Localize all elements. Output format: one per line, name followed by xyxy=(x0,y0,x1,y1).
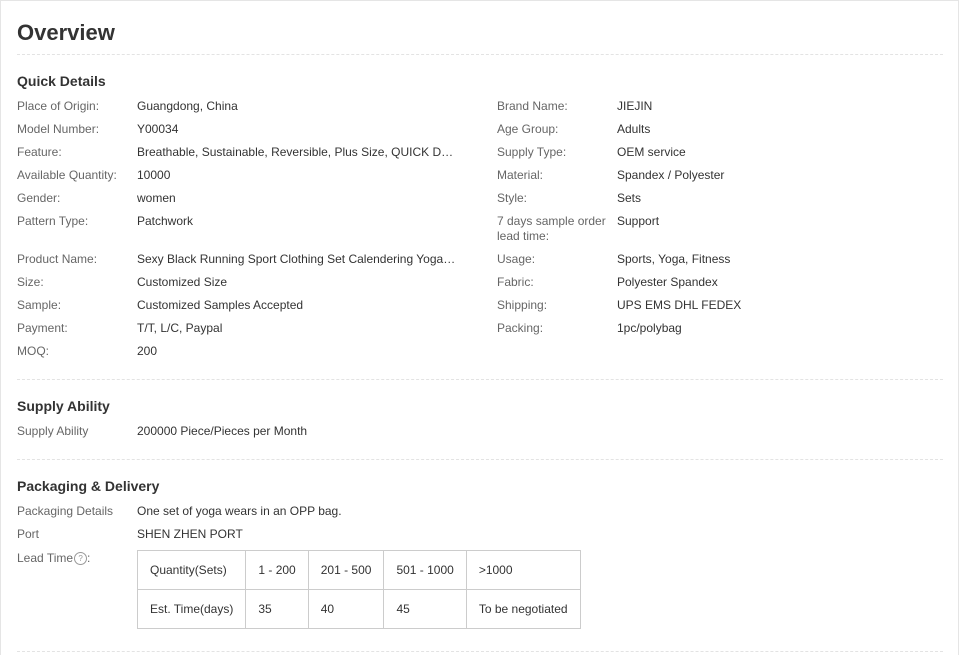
detail-label: Lead Time?: xyxy=(17,551,137,566)
detail-value: Support xyxy=(617,214,660,228)
detail-value: Sports, Yoga, Fitness xyxy=(617,252,731,266)
detail-value: OEM service xyxy=(617,145,686,159)
detail-row-sample-lead-time: 7 days sample order lead time: Support xyxy=(497,214,937,244)
detail-row-gender: Gender: women xyxy=(17,191,457,206)
divider xyxy=(17,459,943,460)
detail-label: Feature: xyxy=(17,145,62,159)
detail-label: Usage: xyxy=(497,252,536,266)
page-title: Overview xyxy=(17,20,115,45)
detail-label: Available Quantity: xyxy=(17,168,117,182)
detail-label: Packaging Details xyxy=(17,504,114,518)
detail-label: Brand Name: xyxy=(497,99,568,113)
detail-row-port: Port SHEN ZHEN PORT xyxy=(17,527,457,542)
lead-time-label: Lead Time xyxy=(17,551,74,565)
detail-value: Customized Size xyxy=(137,275,228,289)
detail-row-packing: Packing: 1pc/polybag xyxy=(497,321,937,336)
detail-row-material: Material: Spandex / Polyester xyxy=(497,168,937,183)
detail-row-model-number: Model Number: Y00034 xyxy=(17,122,457,137)
detail-label: Supply Ability xyxy=(17,424,89,438)
divider xyxy=(17,54,943,55)
detail-label: Place of Origin: xyxy=(17,99,100,113)
detail-value: Sexy Black Running Sport Clothing Set Ca… xyxy=(137,252,457,266)
detail-value: 200 xyxy=(137,344,158,358)
detail-value: One set of yoga wears in an OPP bag. xyxy=(137,504,342,518)
table-row: Est. Time(days) 35 40 45 To be negotiate… xyxy=(136,589,581,629)
detail-value: Breathable, Sustainable, Reversible, Plu… xyxy=(137,145,457,159)
table-cell: 45 xyxy=(383,589,467,629)
supply-ability-title: Supply Ability xyxy=(17,398,110,414)
detail-label: Supply Type: xyxy=(497,145,567,159)
divider xyxy=(17,379,943,380)
table-cell: Quantity(Sets) xyxy=(136,550,247,590)
detail-value: Adults xyxy=(617,122,651,136)
detail-row-fabric: Fabric: Polyester Spandex xyxy=(497,275,937,290)
help-circle-icon[interactable]: ? xyxy=(74,552,88,566)
detail-value: JIEJIN xyxy=(617,99,653,113)
detail-value: Sets xyxy=(617,191,642,205)
table-cell: >1000 xyxy=(465,550,581,590)
detail-row-size: Size: Customized Size xyxy=(17,275,457,290)
detail-row-brand-name: Brand Name: JIEJIN xyxy=(497,99,937,114)
detail-label: Shipping: xyxy=(497,298,548,312)
table-cell: 201 - 500 xyxy=(307,550,385,590)
quick-details-title: Quick Details xyxy=(17,73,106,89)
detail-label: Pattern Type: xyxy=(17,214,89,228)
detail-label: Port xyxy=(17,527,40,541)
detail-value: Customized Samples Accepted xyxy=(137,298,304,312)
detail-row-product-name: Product Name: Sexy Black Running Sport C… xyxy=(17,252,457,267)
detail-row-packaging-details: Packaging Details One set of yoga wears … xyxy=(17,504,457,519)
lead-time-suffix: : xyxy=(87,551,91,565)
divider xyxy=(17,651,943,652)
detail-row-age-group: Age Group: Adults xyxy=(497,122,937,137)
detail-row-place-of-origin: Place of Origin: Guangdong, China xyxy=(17,99,457,114)
detail-row-style: Style: Sets xyxy=(497,191,937,206)
detail-label: Payment: xyxy=(17,321,68,335)
detail-value: SHEN ZHEN PORT xyxy=(137,527,243,541)
detail-row-usage: Usage: Sports, Yoga, Fitness xyxy=(497,252,937,267)
table-cell: 1 - 200 xyxy=(245,550,309,590)
table-row: Quantity(Sets) 1 - 200 201 - 500 501 - 1… xyxy=(136,550,581,590)
detail-label: Gender: xyxy=(17,191,61,205)
detail-value: Polyester Spandex xyxy=(617,275,718,289)
detail-row-supply-type: Supply Type: OEM service xyxy=(497,145,937,160)
detail-value: 200000 Piece/Pieces per Month xyxy=(137,424,308,438)
table-cell: 35 xyxy=(245,589,309,629)
table-cell: To be negotiated xyxy=(465,589,581,629)
table-cell: 40 xyxy=(307,589,385,629)
detail-row-feature: Feature: Breathable, Sustainable, Revers… xyxy=(17,145,457,160)
detail-value: women xyxy=(137,191,176,205)
detail-label: Model Number: xyxy=(17,122,100,136)
detail-value: Spandex / Polyester xyxy=(617,168,725,182)
detail-label: Packing: xyxy=(497,321,544,335)
detail-value: Patchwork xyxy=(137,214,194,228)
detail-label: Age Group: xyxy=(497,122,559,136)
lead-time-table: Quantity(Sets) 1 - 200 201 - 500 501 - 1… xyxy=(136,550,581,629)
detail-row-moq: MOQ: 200 xyxy=(17,344,457,359)
packaging-delivery-title: Packaging & Delivery xyxy=(17,478,160,494)
detail-row-sample: Sample: Customized Samples Accepted xyxy=(17,298,457,313)
detail-label: 7 days sample order lead time: xyxy=(497,214,606,243)
detail-value: T/T, L/C, Paypal xyxy=(137,321,223,335)
detail-value: Guangdong, China xyxy=(137,99,238,113)
detail-label: Sample: xyxy=(17,298,62,312)
detail-label: Material: xyxy=(497,168,544,182)
detail-row-shipping: Shipping: UPS EMS DHL FEDEX xyxy=(497,298,937,313)
detail-value: 1pc/polybag xyxy=(617,321,682,335)
detail-row-pattern-type: Pattern Type: Patchwork xyxy=(17,214,457,229)
detail-label: Size: xyxy=(17,275,44,289)
detail-label: MOQ: xyxy=(17,344,49,358)
detail-value: 10000 xyxy=(137,168,171,182)
table-cell: Est. Time(days) xyxy=(136,589,247,629)
table-cell: 501 - 1000 xyxy=(383,550,467,590)
detail-row-available-quantity: Available Quantity: 10000 xyxy=(17,168,457,183)
detail-label: Style: xyxy=(497,191,528,205)
detail-row-lead-time: Lead Time?: xyxy=(17,551,137,566)
detail-row-supply-ability: Supply Ability 200000 Piece/Pieces per M… xyxy=(17,424,457,439)
detail-row-payment: Payment: T/T, L/C, Paypal xyxy=(17,321,457,336)
detail-label: Product Name: xyxy=(17,252,98,266)
detail-label: Fabric: xyxy=(497,275,534,289)
detail-value: Y00034 xyxy=(137,122,179,136)
detail-value: UPS EMS DHL FEDEX xyxy=(617,298,742,312)
